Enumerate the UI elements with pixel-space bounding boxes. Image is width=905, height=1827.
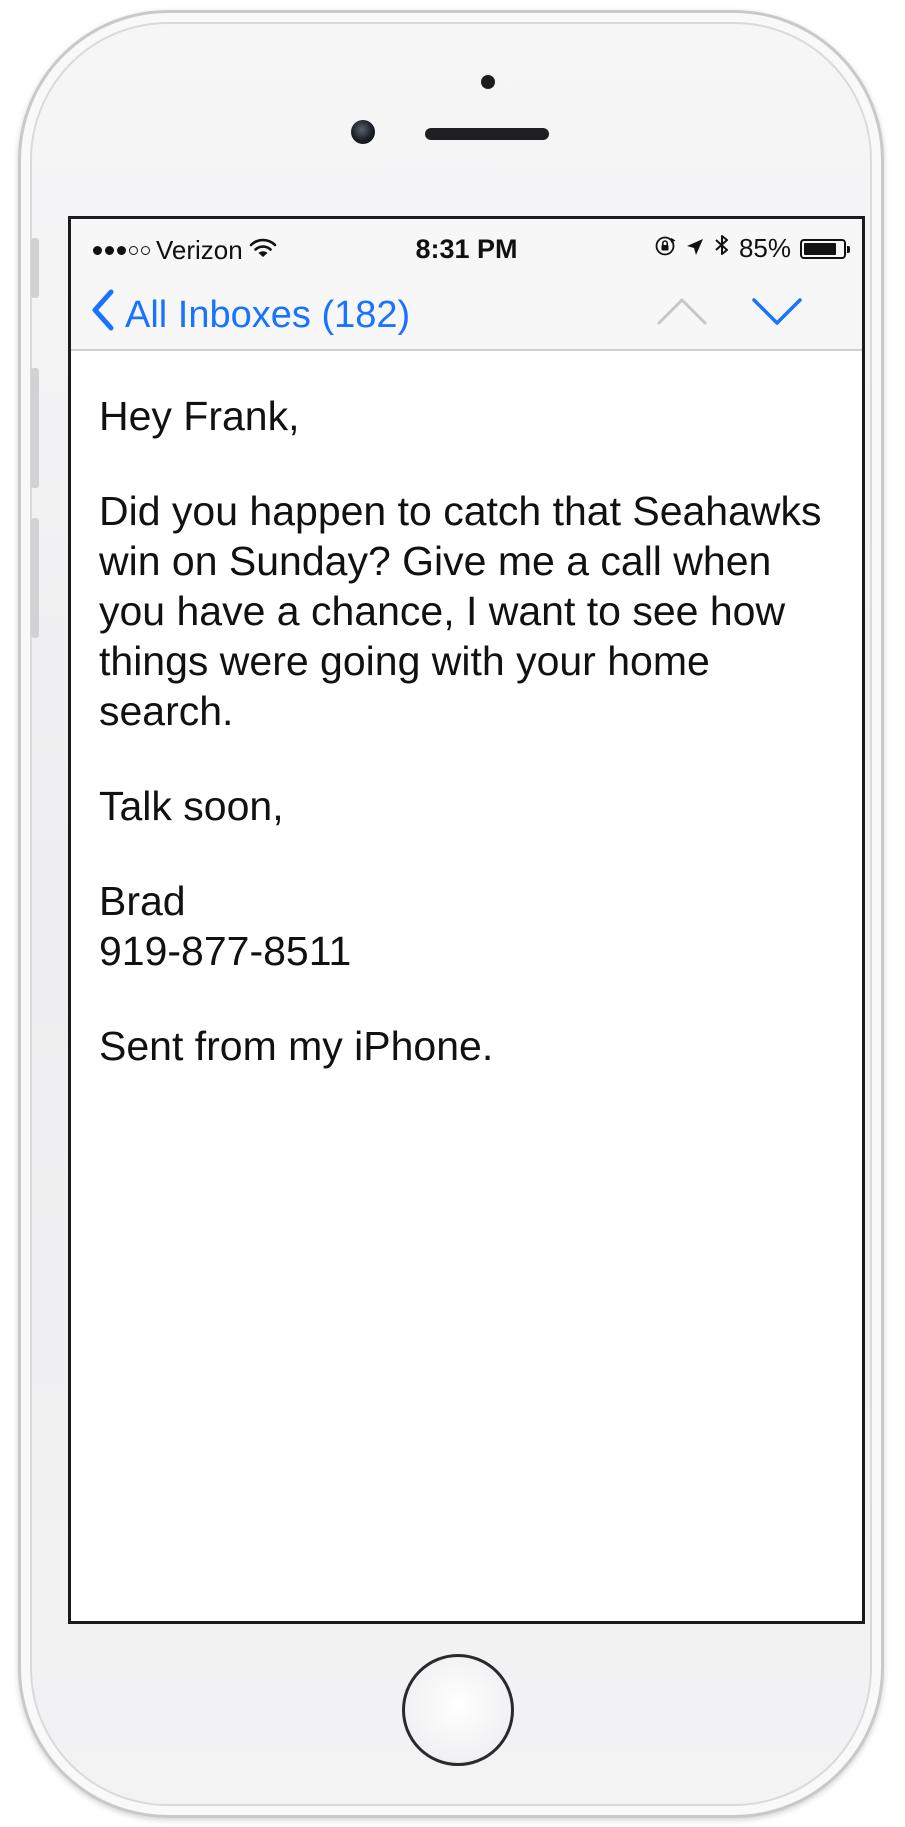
chevron-up-icon (656, 298, 708, 333)
navigation-bar: All Inboxes (182) (71, 279, 862, 351)
front-camera-icon (351, 120, 375, 144)
proximity-sensor (481, 75, 495, 89)
status-bar: Verizon 8:31 PM 85% (71, 219, 862, 279)
status-right-group: 85% (654, 233, 850, 264)
orientation-lock-icon (654, 233, 676, 264)
back-button[interactable]: All Inboxes (182) (91, 289, 410, 341)
volume-up-button (31, 368, 39, 488)
home-button[interactable] (402, 1654, 514, 1766)
next-message-button[interactable] (751, 293, 803, 334)
signature-phone[interactable]: 919-877-8511 (99, 926, 839, 976)
back-button-label: All Inboxes (182) (125, 293, 411, 336)
signature-name: Brad (99, 878, 186, 925)
bluetooth-icon (714, 233, 730, 264)
mute-switch (31, 238, 39, 298)
earpiece-speaker (425, 128, 549, 140)
phone-screen: Verizon 8:31 PM 85% All Inboxes (182) He… (68, 216, 865, 1624)
battery-percent: 85% (738, 233, 791, 263)
message-footer: Sent from my iPhone. (99, 1023, 494, 1070)
battery-icon (800, 238, 850, 259)
message-closing: Talk soon, (99, 783, 284, 830)
chevron-left-icon (91, 289, 115, 341)
previous-message-button[interactable] (656, 293, 708, 334)
message-body: Hey Frank, Did you happen to catch that … (99, 391, 839, 1116)
volume-down-button (31, 518, 39, 638)
message-greeting: Hey Frank, (99, 393, 300, 439)
location-arrow-icon (685, 233, 705, 264)
message-paragraph: Did you happen to catch that Seahawks wi… (99, 488, 822, 735)
chevron-down-icon (751, 298, 803, 333)
